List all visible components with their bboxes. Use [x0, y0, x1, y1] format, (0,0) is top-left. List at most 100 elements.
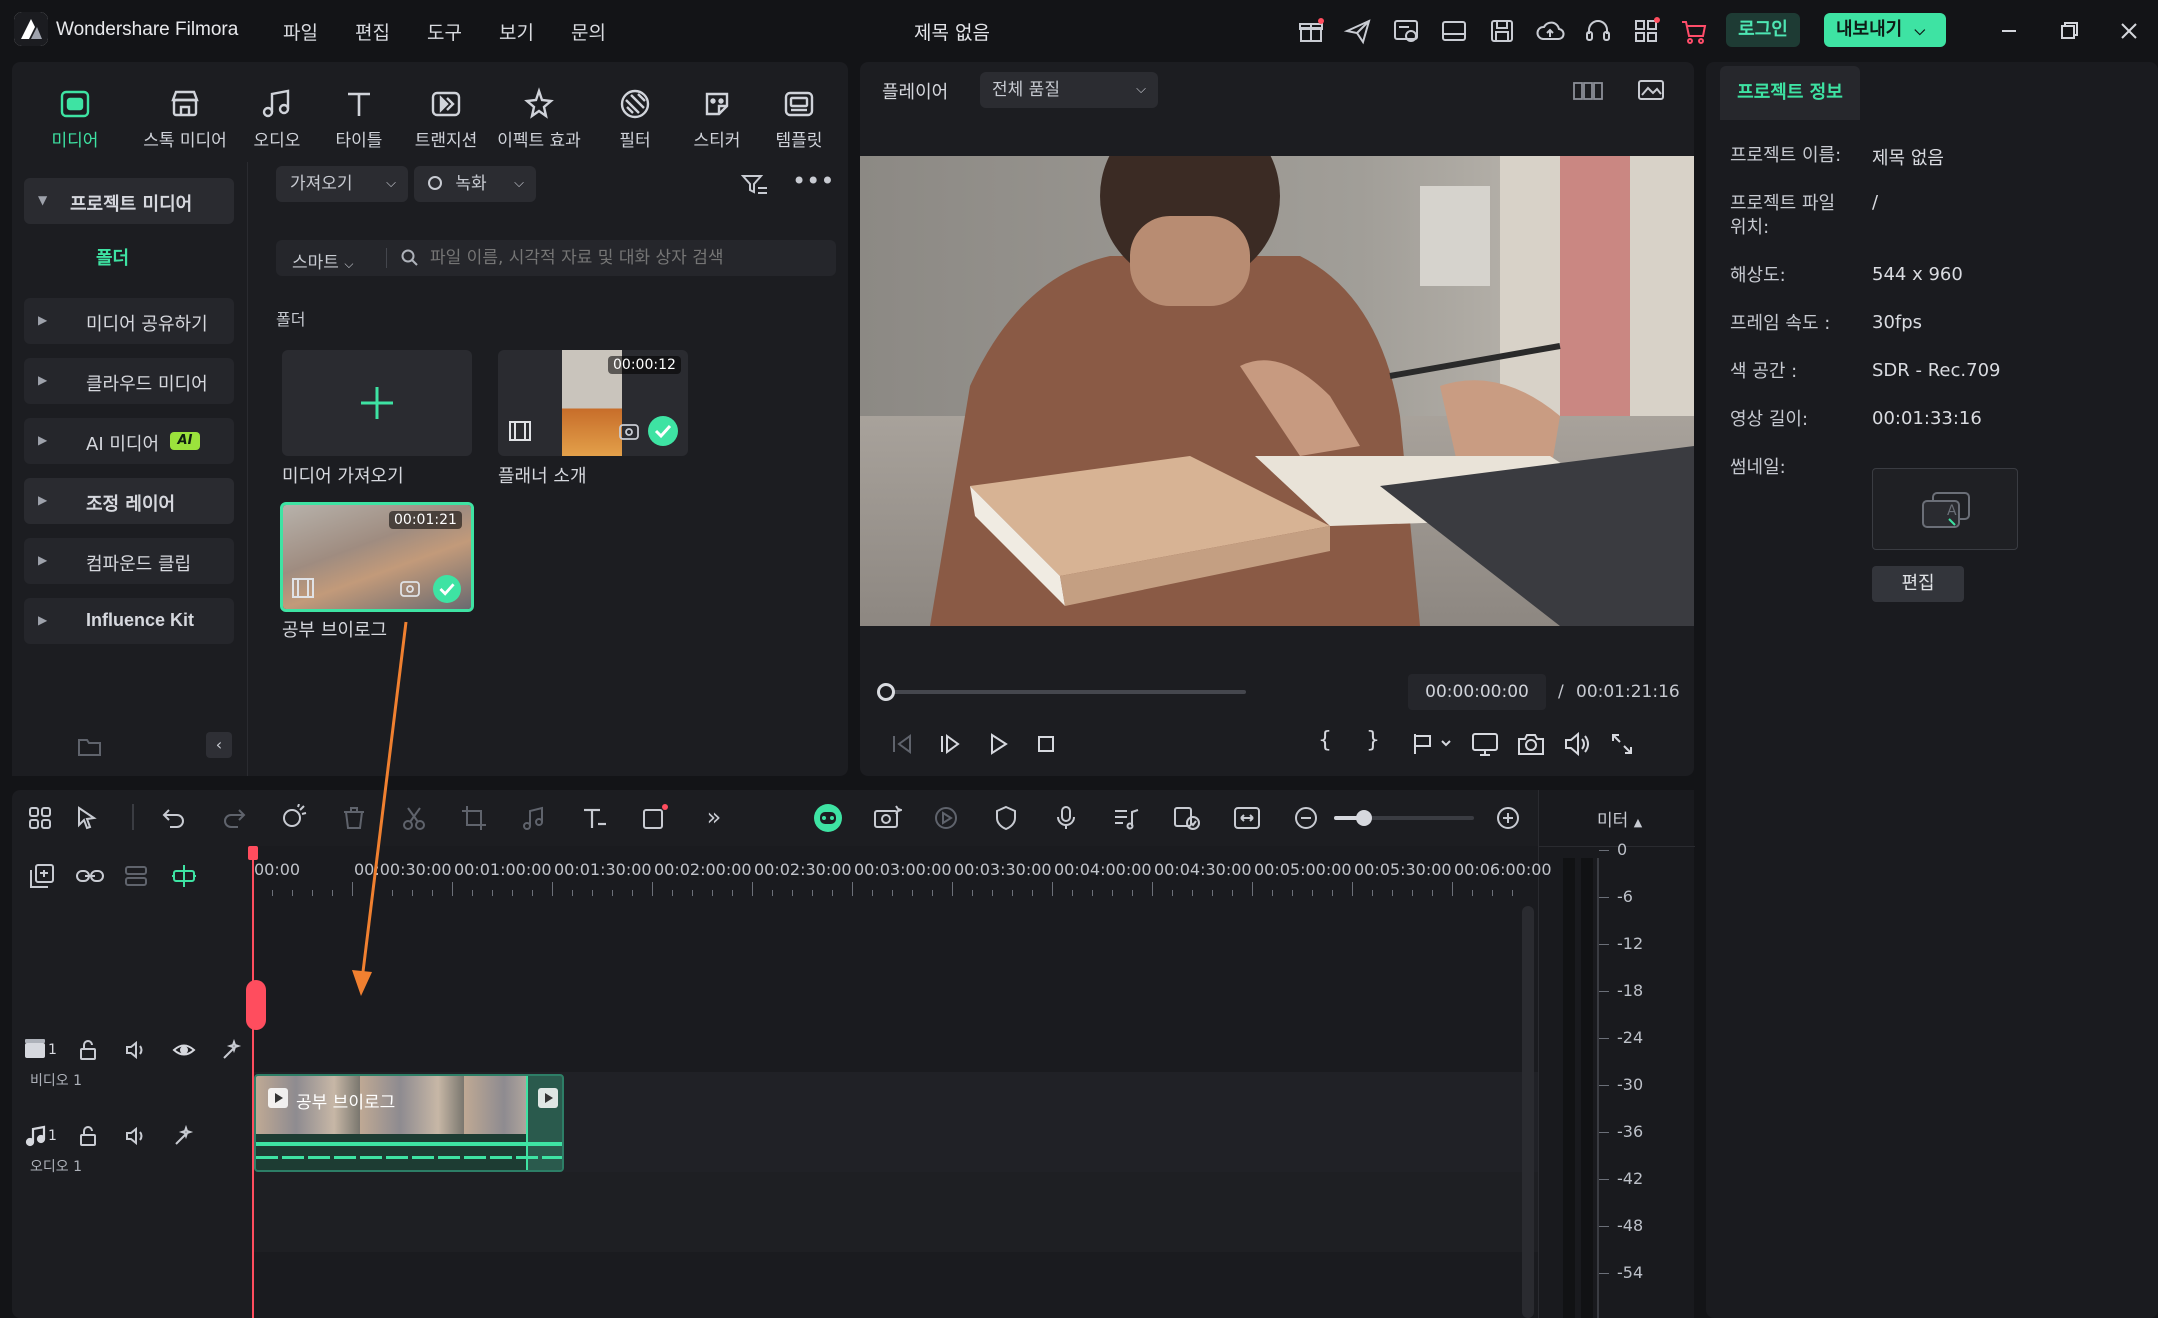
redo-icon[interactable]	[220, 804, 248, 832]
sidebar-item-ai-media[interactable]: ▶ AI 미디어 AI	[24, 418, 234, 464]
timeline-area[interactable]: 00:00 00:00:30:00 00:01:00:00 00:01:30:00 00…	[246, 846, 1552, 1318]
next-frame-icon[interactable]	[936, 730, 964, 758]
track-lock-icon[interactable]	[76, 1038, 100, 1062]
track-mute-icon[interactable]	[124, 1038, 148, 1062]
timeline-ruler[interactable]: 00:00 00:00:30:00 00:01:00:00 00:01:30:00 00…	[252, 846, 1552, 902]
thumbnail-box[interactable]: AI	[1872, 468, 2018, 550]
layout-icon[interactable]	[1439, 16, 1469, 46]
sidebar-item-influence-kit[interactable]: ▶ Influence Kit	[24, 598, 234, 644]
import-media-tile[interactable]	[282, 350, 472, 456]
playhead-handle[interactable]	[246, 980, 266, 1030]
track-lock-icon[interactable]	[76, 1124, 100, 1148]
select-tool-icon[interactable]	[74, 804, 102, 832]
menu-file[interactable]: 파일	[283, 18, 318, 45]
save-icon[interactable]	[1487, 16, 1517, 46]
quality-dropdown[interactable]: 전체 품질 ⌵	[980, 72, 1158, 108]
fit-width-icon[interactable]	[1232, 804, 1262, 832]
import-dropdown[interactable]: 가져오기 ⌵	[276, 166, 408, 202]
audio-edit-icon[interactable]	[520, 804, 548, 832]
sidebar-item-cloud-media[interactable]: ▶ 클라우드 미디어	[24, 358, 234, 404]
ai-tool-icon[interactable]	[280, 804, 308, 832]
cloud-project-icon[interactable]	[1391, 16, 1421, 46]
split-scissors-icon[interactable]	[400, 804, 428, 832]
menu-view[interactable]: 보기	[499, 18, 534, 45]
edit-thumbnail-button[interactable]: 편집	[1872, 566, 1964, 602]
playhead-top[interactable]	[248, 846, 258, 860]
mark-out-icon[interactable]: }	[1366, 728, 1380, 753]
send-icon[interactable]	[1343, 16, 1373, 46]
track-ai-icon[interactable]	[172, 1124, 196, 1148]
more-options-icon[interactable]: •••	[792, 169, 834, 200]
display-icon[interactable]	[1470, 730, 1500, 758]
zoom-in-icon[interactable]	[1494, 804, 1522, 832]
track-ai-icon[interactable]	[220, 1038, 244, 1062]
fullscreen-icon[interactable]	[1608, 730, 1636, 758]
record-dropdown[interactable]: 녹화 ⌵	[414, 166, 536, 202]
snap-magnet-icon[interactable]	[170, 862, 198, 890]
sidebar-item-share-media[interactable]: ▶ 미디어 공유하기	[24, 298, 234, 344]
tab-stickers[interactable]: 스티커	[676, 86, 758, 151]
track-mute-icon[interactable]	[124, 1124, 148, 1148]
volume-icon[interactable]	[1562, 730, 1592, 758]
ai-assistant-icon[interactable]	[812, 802, 844, 834]
restore-icon[interactable]	[2054, 16, 2084, 46]
meter-dropdown[interactable]: 미터 ▲	[1597, 806, 1642, 831]
auto-reframe-icon[interactable]	[932, 804, 960, 832]
mark-in-icon[interactable]: {	[1318, 728, 1332, 753]
playback-progress-track[interactable]	[877, 683, 1246, 701]
previous-frame-icon[interactable]	[888, 730, 916, 758]
cart-icon[interactable]	[1679, 16, 1709, 46]
tab-media[interactable]: 미디어	[34, 86, 116, 151]
track-manager-icon[interactable]	[122, 862, 150, 890]
headset-icon[interactable]	[1583, 16, 1613, 46]
tab-audio[interactable]: 오디오	[236, 86, 318, 151]
tab-titles[interactable]: 타이틀	[318, 86, 400, 151]
stop-icon[interactable]	[1032, 730, 1060, 758]
tab-effects[interactable]: 이펙트 효과	[480, 86, 598, 151]
shield-icon[interactable]	[992, 804, 1020, 832]
sort-filter-icon[interactable]	[740, 170, 770, 200]
tab-project-info[interactable]: 프로젝트 정보	[1720, 66, 1860, 120]
cloud-upload-icon[interactable]	[1535, 16, 1565, 46]
music-list-icon[interactable]	[1112, 804, 1140, 832]
delete-icon[interactable]	[340, 804, 368, 832]
playhead-knob[interactable]	[877, 683, 895, 701]
track-visibility-icon[interactable]	[172, 1038, 196, 1062]
more-tools-icon[interactable]: »	[700, 804, 728, 832]
sidebar-item-compound-clip[interactable]: ▶ 컴파운드 클립	[24, 538, 234, 584]
sidebar-project-media[interactable]: ▼ 프로젝트 미디어	[24, 178, 234, 224]
media-search-input[interactable]	[430, 244, 826, 272]
timeline-clip[interactable]: 공부 브이로그	[254, 1074, 564, 1172]
minimize-icon[interactable]	[1994, 16, 2024, 46]
tab-stock-media[interactable]: 스톡 미디어	[130, 86, 240, 151]
add-track-icon[interactable]	[28, 862, 56, 890]
sidebar-item-adjustment-layer[interactable]: ▶ 조정 레이어	[24, 478, 234, 524]
crop-icon[interactable]	[460, 804, 488, 832]
microphone-icon[interactable]	[1052, 804, 1080, 832]
export-button[interactable]: 내보내기 ⌵	[1824, 13, 1946, 47]
grid-view-icon[interactable]	[1572, 78, 1604, 104]
video-preview[interactable]	[860, 156, 1694, 626]
snapshot-view-icon[interactable]	[1636, 76, 1666, 106]
undo-icon[interactable]	[160, 804, 188, 832]
sidebar-folder[interactable]: 폴더	[96, 244, 129, 270]
collapse-sidebar-button[interactable]: ‹	[206, 732, 232, 758]
text-tool-icon[interactable]	[580, 804, 608, 832]
current-time[interactable]: 00:00:00:00	[1408, 674, 1546, 710]
zoom-out-icon[interactable]	[1292, 804, 1320, 832]
link-icon[interactable]	[74, 862, 106, 890]
gift-icon[interactable]	[1296, 16, 1326, 46]
menu-edit[interactable]: 편집	[355, 18, 390, 45]
insert-marker-icon[interactable]	[1410, 730, 1454, 758]
shape-tool-icon[interactable]	[640, 804, 668, 832]
remove-folder-icon[interactable]	[76, 732, 104, 760]
zoom-slider-track[interactable]	[1334, 810, 1474, 826]
play-icon[interactable]	[984, 730, 1012, 758]
zoom-slider-knob[interactable]	[1356, 810, 1372, 826]
apps-grid-icon[interactable]	[1631, 16, 1661, 46]
login-button[interactable]: 로그인	[1726, 13, 1800, 47]
smart-filter-dropdown[interactable]: 스마트 ⌵	[292, 248, 353, 273]
menu-help[interactable]: 문의	[571, 18, 606, 45]
media-item-planner[interactable]: 00:00:12	[498, 350, 688, 456]
menu-tools[interactable]: 도구	[427, 18, 462, 45]
